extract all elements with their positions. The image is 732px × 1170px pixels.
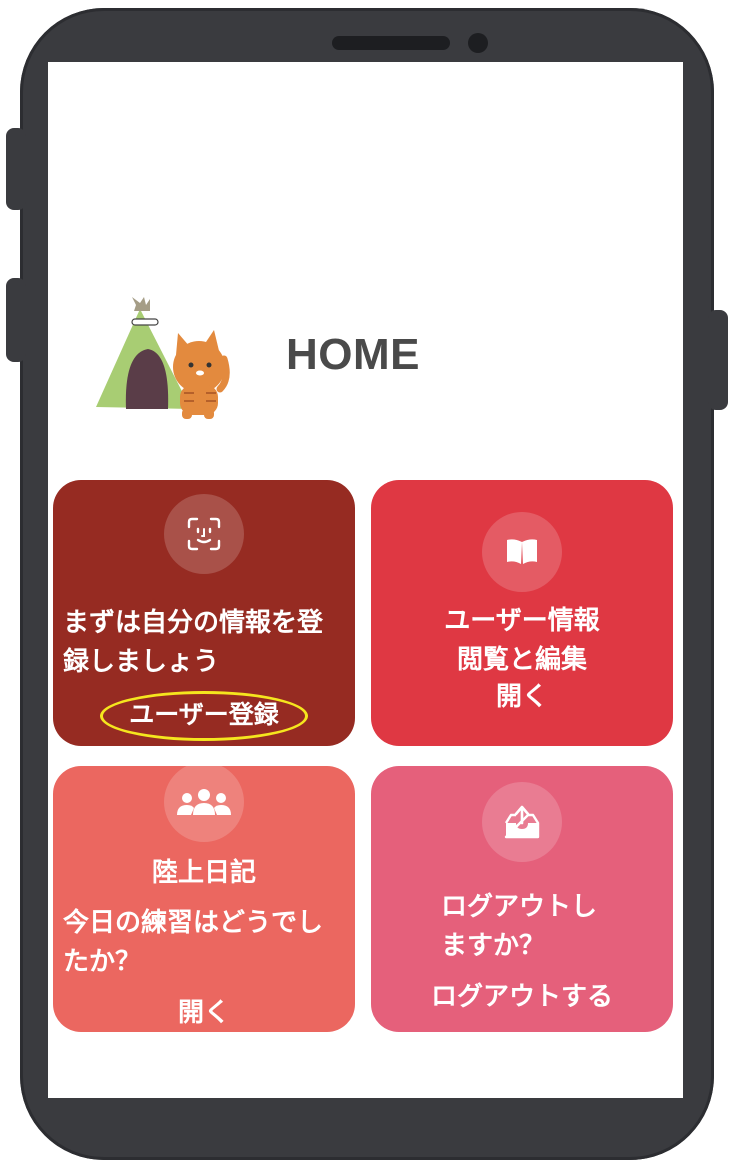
user-info-icon-badge (482, 512, 562, 592)
register-description: まずは自分の情報を登 録しましょう (63, 608, 324, 677)
logout-action-link[interactable]: ログアウトする (371, 978, 673, 1017)
logout-tile[interactable]: ログアウトし ますか？ ログアウトする (371, 766, 673, 1032)
side-button-right (708, 310, 728, 410)
user-info-tile[interactable]: ユーザー情報 閲覧と編集 開く (371, 480, 673, 746)
cat-tent-mascot-icon (96, 297, 230, 419)
group-icon (177, 789, 231, 815)
phone-speaker (332, 36, 450, 50)
register-icon-badge (164, 494, 244, 574)
page-title: HOME (286, 330, 420, 379)
register-tile[interactable]: まずは自分の情報を登 録しましょう ユーザー登録 (53, 480, 355, 746)
diary-description: 今日の練習はどうでし たか？ (63, 908, 324, 977)
logout-description: ログアウトし ますか？ (441, 892, 598, 961)
upload-tray-icon (504, 805, 540, 839)
phone-camera (468, 33, 488, 53)
book-icon (507, 539, 537, 564)
logout-icon-badge (482, 782, 562, 862)
face-id-icon (187, 517, 221, 551)
diary-title: 陸上日記 (151, 858, 256, 888)
user-info-title: ユーザー情報 閲覧と編集 (444, 606, 600, 675)
diary-tile[interactable]: 陸上日記 今日の練習はどうでし たか？ 開く (53, 766, 355, 1032)
side-button-left-top (6, 128, 26, 210)
register-action-link[interactable]: ユーザー登録 (53, 696, 355, 734)
side-button-left-bottom (6, 278, 26, 362)
diary-action-link[interactable]: 開く (53, 994, 355, 1032)
diary-icon-badge (164, 766, 244, 842)
app-screen: HOME まずは自分の情報を登 録しましょう ユーザー登録 ユーザー情報 閲覧と… (48, 62, 683, 1098)
user-info-action-link[interactable]: 開く (371, 678, 673, 717)
